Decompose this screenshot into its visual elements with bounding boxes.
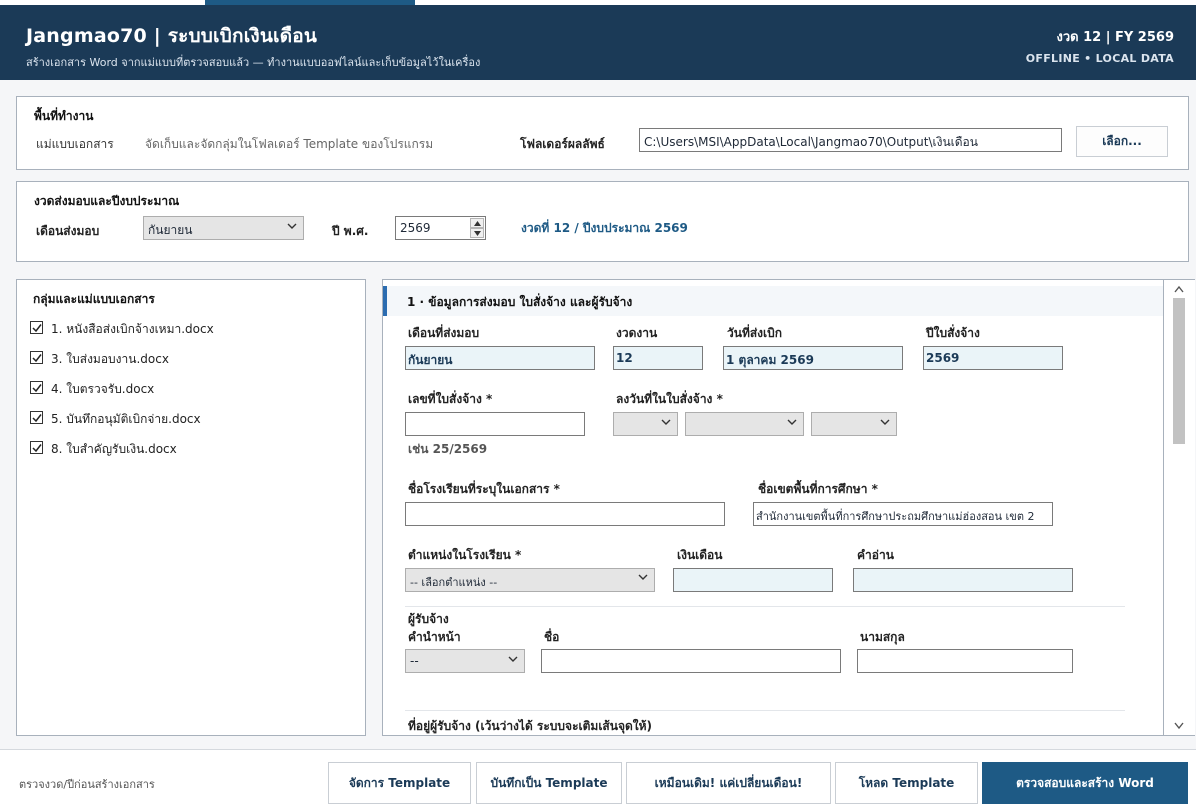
checkbox[interactable] [30, 381, 43, 394]
year-spinbox[interactable]: 2569 [395, 216, 486, 240]
month-select[interactable]: กันยายน [143, 216, 304, 240]
chevron-down-icon [508, 653, 518, 663]
chevron-down-icon [638, 572, 648, 582]
template-item-label: 8. ใบสำคัญรับเงิน.docx [51, 442, 177, 456]
firstname-label: ชื่อ [544, 630, 560, 644]
school-field[interactable] [405, 502, 725, 526]
chevron-down-icon [787, 416, 797, 426]
order-no-example: เช่น 25/2569 [408, 442, 488, 456]
templates-panel: กลุ่มและแม่แบบเอกสาร [16, 279, 366, 736]
position-select-value: -- เลือกตำแหน่ง -- [410, 576, 498, 589]
templates-title: กลุ่มและแม่แบบเอกสาร [33, 292, 155, 306]
checkmark-icon [32, 324, 42, 333]
scroll-up-icon[interactable] [1174, 285, 1184, 293]
order-year-label: ปีใบสั่งจ้าง [926, 326, 980, 340]
load-template-button[interactable]: โหลด Template [835, 762, 978, 804]
template-hint: จัดเก็บและจัดกลุ่มในโฟลเดอร์ Template ขอ… [145, 137, 434, 151]
position-select[interactable]: -- เลือกตำแหน่ง -- [405, 568, 655, 592]
order-year-field[interactable]: 2569 [923, 346, 1063, 370]
salary-field[interactable] [673, 568, 833, 592]
period-panel: งวดส่งมอบและปีงบประมาณ เดือนส่งมอบ กันยา… [16, 181, 1189, 262]
save-as-template-button[interactable]: บันทึกเป็น Template [476, 762, 622, 804]
school-label: ชื่อโรงเรียนที่ระบุในเอกสาร * [408, 482, 560, 496]
section-header: 1 · ข้อมูลการส่งมอบ ใบสั่งจ้าง และผู้รับ… [383, 286, 1163, 316]
salary-text-field[interactable] [853, 568, 1073, 592]
checkbox[interactable] [30, 321, 43, 334]
month-label: เดือนส่งมอบ [36, 224, 100, 238]
period-badge: งวด 12 | FY 2569 [1056, 30, 1174, 45]
order-year-select[interactable] [811, 412, 897, 436]
month-select-value: กันยายน [148, 223, 193, 237]
year-label: ปี พ.ศ. [332, 224, 369, 238]
installment-field[interactable]: 12 [613, 346, 703, 370]
browse-button[interactable]: เลือก... [1076, 126, 1168, 157]
area-label: ชื่อเขตพื้นที่การศึกษา * [758, 482, 878, 496]
workspace-title: พื้นที่ทำงาน [34, 109, 94, 123]
order-day-select[interactable] [613, 412, 678, 436]
lastname-label: นามสกุล [860, 630, 905, 644]
checkmark-icon [32, 444, 42, 453]
footer-bar: ตรวจงวด/ปีก่อนสร้างเอกสาร จัดการ Templat… [0, 749, 1196, 805]
position-label: ตำแหน่งในโรงเรียน * [408, 548, 522, 562]
delivery-month-label: เดือนที่ส่งมอบ [408, 326, 480, 340]
delivery-month-field[interactable]: กันยายน [405, 346, 595, 370]
spin-down-icon[interactable] [470, 228, 484, 238]
order-no-field[interactable] [405, 412, 585, 436]
manage-template-button[interactable]: จัดการ Template [328, 762, 471, 804]
order-date-label: ลงวันที่ในใบสั่งจ้าง * [616, 392, 723, 406]
area-field[interactable]: สำนักงานเขตพื้นที่การศึกษาประถมศึกษาแม่ฮ… [753, 502, 1053, 526]
checkmark-icon [32, 384, 42, 393]
divider [405, 710, 1125, 711]
budget-info: งวดที่ 12 / ปีงบประมาณ 2569 [521, 221, 688, 235]
installment-label: งวดงาน [616, 326, 658, 340]
app-subtitle: สร้างเอกสาร Word จากแม่แบบที่ตรวจสอบแล้ว… [26, 56, 481, 69]
checkmark-icon [32, 354, 42, 363]
prefix-label: คำนำหน้า [408, 630, 461, 644]
status-badge: OFFLINE • LOCAL DATA [1025, 52, 1174, 65]
disburse-date-field[interactable]: 1 ตุลาคม 2569 [723, 346, 903, 370]
template-item-label: 3. ใบส่งมอบงาน.docx [51, 352, 169, 366]
app-title: Jangmao70 | ระบบเบิกเงินเดือน [26, 25, 318, 47]
contractor-label: ผู้รับจ้าง [408, 612, 449, 626]
order-no-label: เลขที่ใบสั่งจ้าง * [408, 392, 493, 406]
form-area: 1 · ข้อมูลการส่งมอบ ใบสั่งจ้าง และผู้รับ… [382, 279, 1164, 736]
checkbox[interactable] [30, 441, 43, 454]
chevron-down-icon [880, 416, 890, 426]
period-title: งวดส่งมอบและปีงบประมาณ [34, 194, 180, 208]
spin-up-icon[interactable] [470, 218, 484, 228]
disburse-date-label: วันที่ส่งเบิก [727, 326, 783, 340]
generate-word-button[interactable]: ตรวจสอบและสร้าง Word [982, 762, 1188, 804]
template-label: แม่แบบเอกสาร [36, 137, 114, 151]
output-folder-label: โฟลเดอร์ผลลัพธ์ [520, 137, 605, 151]
app-header: Jangmao70 | ระบบเบิกเงินเดือน สร้างเอกสา… [0, 5, 1196, 80]
template-item-label: 5. บันทึกอนุมัติเบิกจ่าย.docx [51, 412, 201, 426]
section-title: 1 · ข้อมูลการส่งมอบ ใบสั่งจ้าง และผู้รับ… [407, 295, 633, 309]
workspace-panel: พื้นที่ทำงาน แม่แบบเอกสาร จัดเก็บและจัดก… [16, 96, 1189, 170]
form-scrollbar[interactable] [1164, 279, 1195, 736]
scroll-down-icon[interactable] [1174, 722, 1184, 730]
year-value: 2569 [400, 221, 431, 235]
output-folder-field[interactable]: C:\Users\MSI\AppData\Local\Jangmao70\Out… [639, 128, 1062, 152]
template-item-label: 4. ใบตรวจรับ.docx [51, 382, 155, 396]
prefix-select-value: -- [410, 654, 419, 668]
checkmark-icon [32, 414, 42, 423]
template-item-label: 1. หนังสือส่งเบิกจ้างเหมา.docx [51, 322, 214, 336]
checkbox[interactable] [30, 411, 43, 424]
footer-note: ตรวจงวด/ปีก่อนสร้างเอกสาร [19, 778, 155, 791]
prefix-select[interactable]: -- [405, 649, 525, 673]
chevron-down-icon [661, 416, 671, 426]
chevron-down-icon [287, 220, 297, 230]
firstname-field[interactable] [541, 649, 841, 673]
order-month-select[interactable] [685, 412, 804, 436]
scrollbar-thumb[interactable] [1173, 298, 1185, 444]
same-as-before-button[interactable]: เหมือนเดิม! แค่เปลี่ยนเดือน! [626, 762, 831, 804]
salary-text-label: คำอ่าน [857, 548, 894, 562]
salary-label: เงินเดือน [677, 548, 723, 562]
divider [405, 606, 1125, 607]
checkbox[interactable] [30, 351, 43, 364]
address-label: ที่อยู่ผู้รับจ้าง (เว้นว่างได้ ระบบจะเติ… [408, 719, 653, 733]
lastname-field[interactable] [857, 649, 1073, 673]
